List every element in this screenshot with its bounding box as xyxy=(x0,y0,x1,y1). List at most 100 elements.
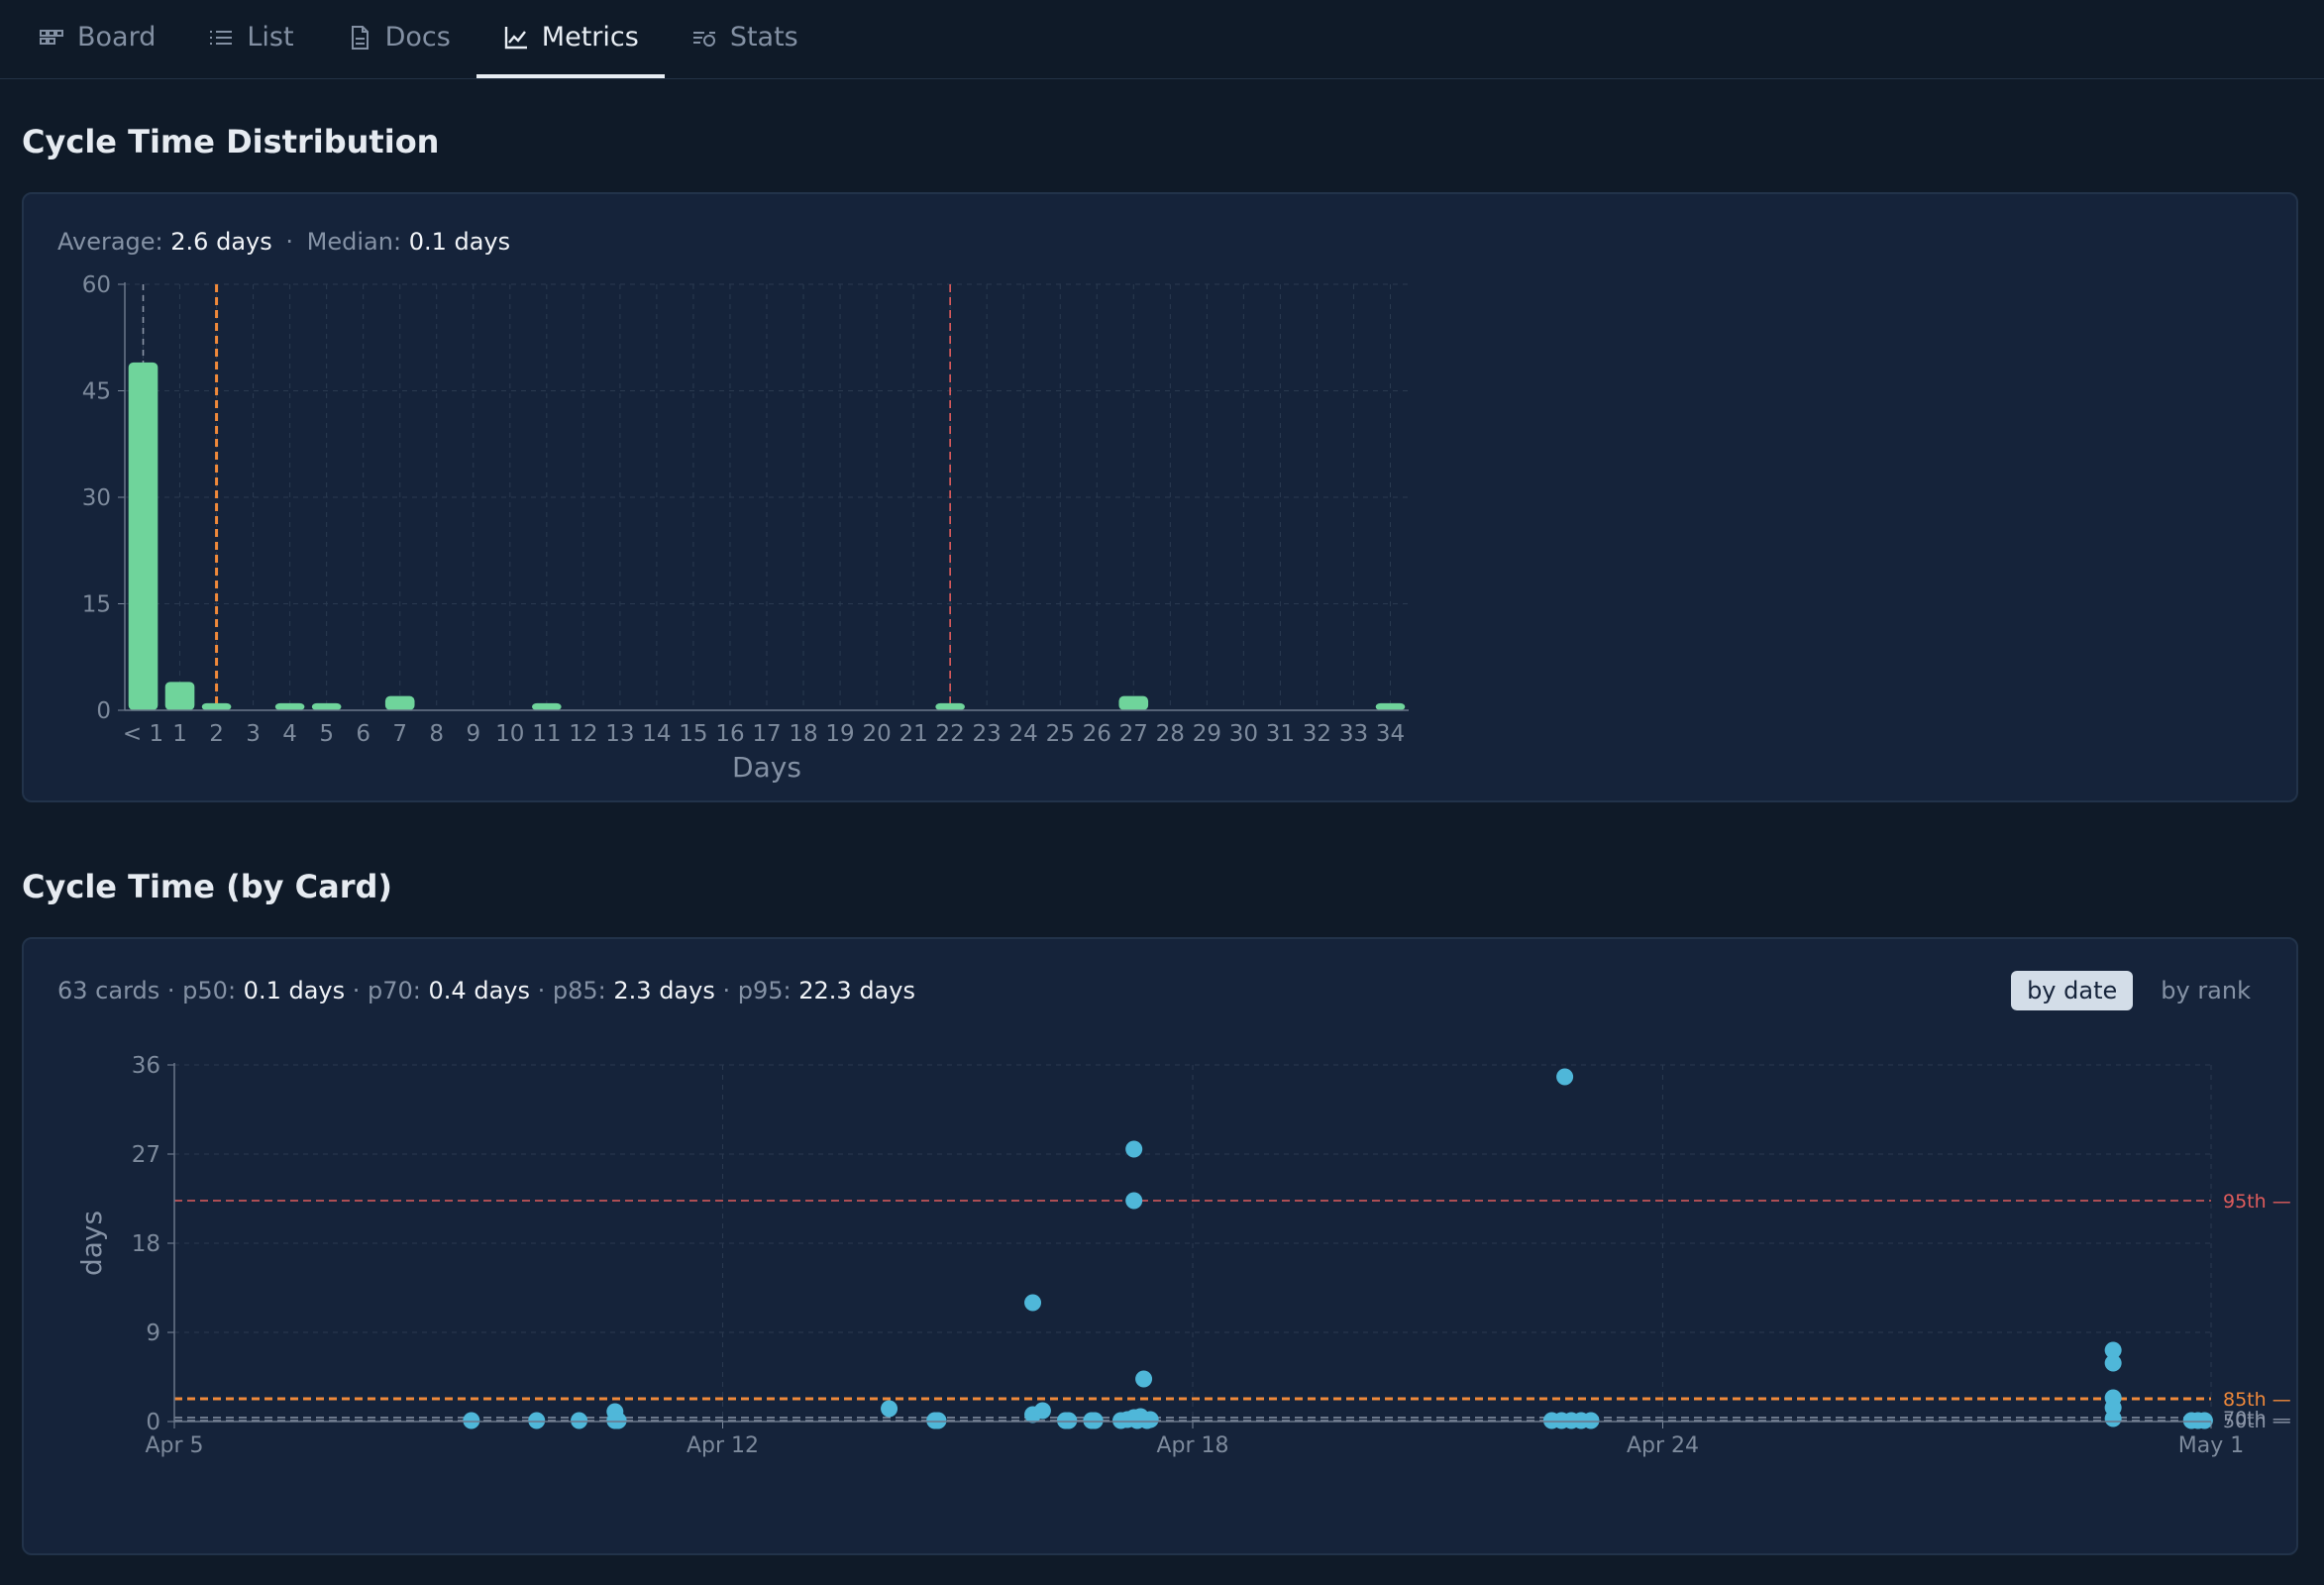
histogram-bar xyxy=(1375,702,1406,710)
data-point xyxy=(1135,1370,1153,1388)
cycle-time-histogram: 015304560< 1 1 2 3 4 5 6 7 8 9 10 11 12 13 14 15 16 17 18 1… xyxy=(82,272,1409,784)
data-point xyxy=(881,1400,898,1418)
x-tick-label: 16 xyxy=(715,721,744,747)
cycle-time-scatter: 95th —85th —70th —50th — 09182736Apr 5 Ap… xyxy=(75,1053,2291,1458)
x-tick-label: 20 xyxy=(862,721,891,747)
tab-metrics-label: Metrics xyxy=(541,22,639,53)
data-point xyxy=(609,1412,627,1429)
x-tick-label: 26 xyxy=(1083,721,1111,747)
data-point xyxy=(1125,1140,1143,1158)
x-tick-label: Apr 5 xyxy=(145,1433,203,1458)
by-card-title: Cycle Time (by Card) xyxy=(22,868,393,905)
x-tick-label: 14 xyxy=(642,721,671,747)
x-tick-label: 6 xyxy=(356,721,370,747)
x-tick-label: Apr 12 xyxy=(687,1433,759,1458)
y-tick-label: 60 xyxy=(82,272,111,298)
data-point xyxy=(929,1412,947,1429)
y-axis-title: days xyxy=(75,1211,108,1276)
x-tick-label: 25 xyxy=(1046,721,1075,747)
list-icon xyxy=(210,30,233,45)
x-tick-label: Apr 24 xyxy=(1627,1433,1699,1458)
tab-stats[interactable]: Stats xyxy=(665,0,824,78)
y-tick-label: 0 xyxy=(146,1410,160,1435)
x-tick-label: 13 xyxy=(605,721,634,747)
x-tick-label: 32 xyxy=(1303,721,1331,747)
x-tick-label: 24 xyxy=(1009,721,1038,747)
data-point xyxy=(2195,1412,2213,1429)
tab-list[interactable]: List xyxy=(181,0,319,78)
distribution-title: Cycle Time Distribution xyxy=(22,123,440,160)
tab-docs-label: Docs xyxy=(384,22,451,53)
data-point xyxy=(1141,1411,1159,1428)
x-tick-label: May 1 xyxy=(2178,1433,2244,1458)
stats-icon xyxy=(692,31,715,47)
board-icon xyxy=(40,29,63,45)
tab-list-label: List xyxy=(247,22,294,53)
x-tick-label: 28 xyxy=(1156,721,1185,747)
x-tick-label: 17 xyxy=(752,721,781,747)
data-point xyxy=(1060,1412,1078,1429)
histogram-bar xyxy=(311,702,342,710)
x-tick-label: 4 xyxy=(282,721,297,747)
data-point xyxy=(1125,1192,1143,1210)
y-tick-label: 45 xyxy=(82,379,111,405)
x-axis-title: Days xyxy=(732,751,801,784)
x-tick-label: Apr 18 xyxy=(1156,1433,1228,1458)
distribution-card: Average: 2.6 days · Median: 0.1 days 0 15… xyxy=(22,192,2298,802)
doc-icon xyxy=(351,25,369,50)
reference-line-label: 50th — xyxy=(2223,1411,2291,1432)
x-tick-label: 21 xyxy=(898,721,927,747)
data-point xyxy=(528,1412,546,1429)
x-tick-label: 9 xyxy=(466,721,480,747)
by-card-card: 63 cards · p50: 0.1 days · p70: 0.4 days… xyxy=(22,937,2298,1555)
x-tick-label: 2 xyxy=(209,721,224,747)
y-tick-label: 27 xyxy=(132,1142,160,1168)
data-point xyxy=(2104,1410,2122,1427)
reference-line-label: 95th — xyxy=(2223,1191,2291,1213)
x-tick-label: 27 xyxy=(1119,721,1148,747)
histogram-bar xyxy=(384,695,415,710)
tab-docs[interactable]: Docs xyxy=(320,0,476,78)
x-tick-label: 1 xyxy=(172,721,187,747)
histogram-bar xyxy=(128,362,158,710)
chart-line-icon xyxy=(504,26,527,49)
tab-board-label: Board xyxy=(77,22,157,53)
histogram-bar xyxy=(532,702,562,710)
x-tick-label: 7 xyxy=(392,721,407,747)
data-point xyxy=(1556,1068,1574,1086)
data-point xyxy=(1582,1412,1600,1429)
data-point xyxy=(1033,1402,1051,1420)
data-point xyxy=(1086,1412,1104,1429)
x-tick-label: 19 xyxy=(825,721,854,747)
x-tick-label: 29 xyxy=(1193,721,1221,747)
data-point xyxy=(463,1412,480,1429)
histogram-bar xyxy=(164,682,195,710)
x-tick-label: 34 xyxy=(1376,721,1405,747)
x-tick-label: 10 xyxy=(495,721,524,747)
histogram-bar xyxy=(935,702,965,710)
x-tick-label: 8 xyxy=(429,721,444,747)
tab-metrics[interactable]: Metrics xyxy=(475,0,665,78)
tab-board[interactable]: Board xyxy=(12,0,181,78)
x-tick-label: 33 xyxy=(1339,721,1368,747)
view-tabs: Board List Docs Metrics Stats xyxy=(0,0,2324,79)
y-tick-label: 18 xyxy=(132,1231,160,1257)
y-tick-label: 36 xyxy=(132,1053,160,1079)
x-tick-label: 11 xyxy=(532,721,561,747)
data-point xyxy=(571,1412,588,1429)
x-tick-label: 12 xyxy=(569,721,597,747)
x-tick-label: 3 xyxy=(246,721,261,747)
x-tick-label: < 1 xyxy=(123,721,163,747)
histogram-bar xyxy=(274,702,305,710)
y-tick-label: 0 xyxy=(96,698,111,724)
y-tick-label: 30 xyxy=(82,485,111,511)
histogram-bar xyxy=(1118,695,1149,710)
x-tick-label: 22 xyxy=(936,721,965,747)
x-tick-label: 23 xyxy=(973,721,1002,747)
data-point xyxy=(2104,1354,2122,1372)
x-tick-label: 5 xyxy=(319,721,334,747)
x-tick-label: 15 xyxy=(679,721,707,747)
data-point xyxy=(1024,1294,1042,1312)
y-tick-label: 15 xyxy=(82,592,111,618)
histogram-bar xyxy=(201,702,232,710)
